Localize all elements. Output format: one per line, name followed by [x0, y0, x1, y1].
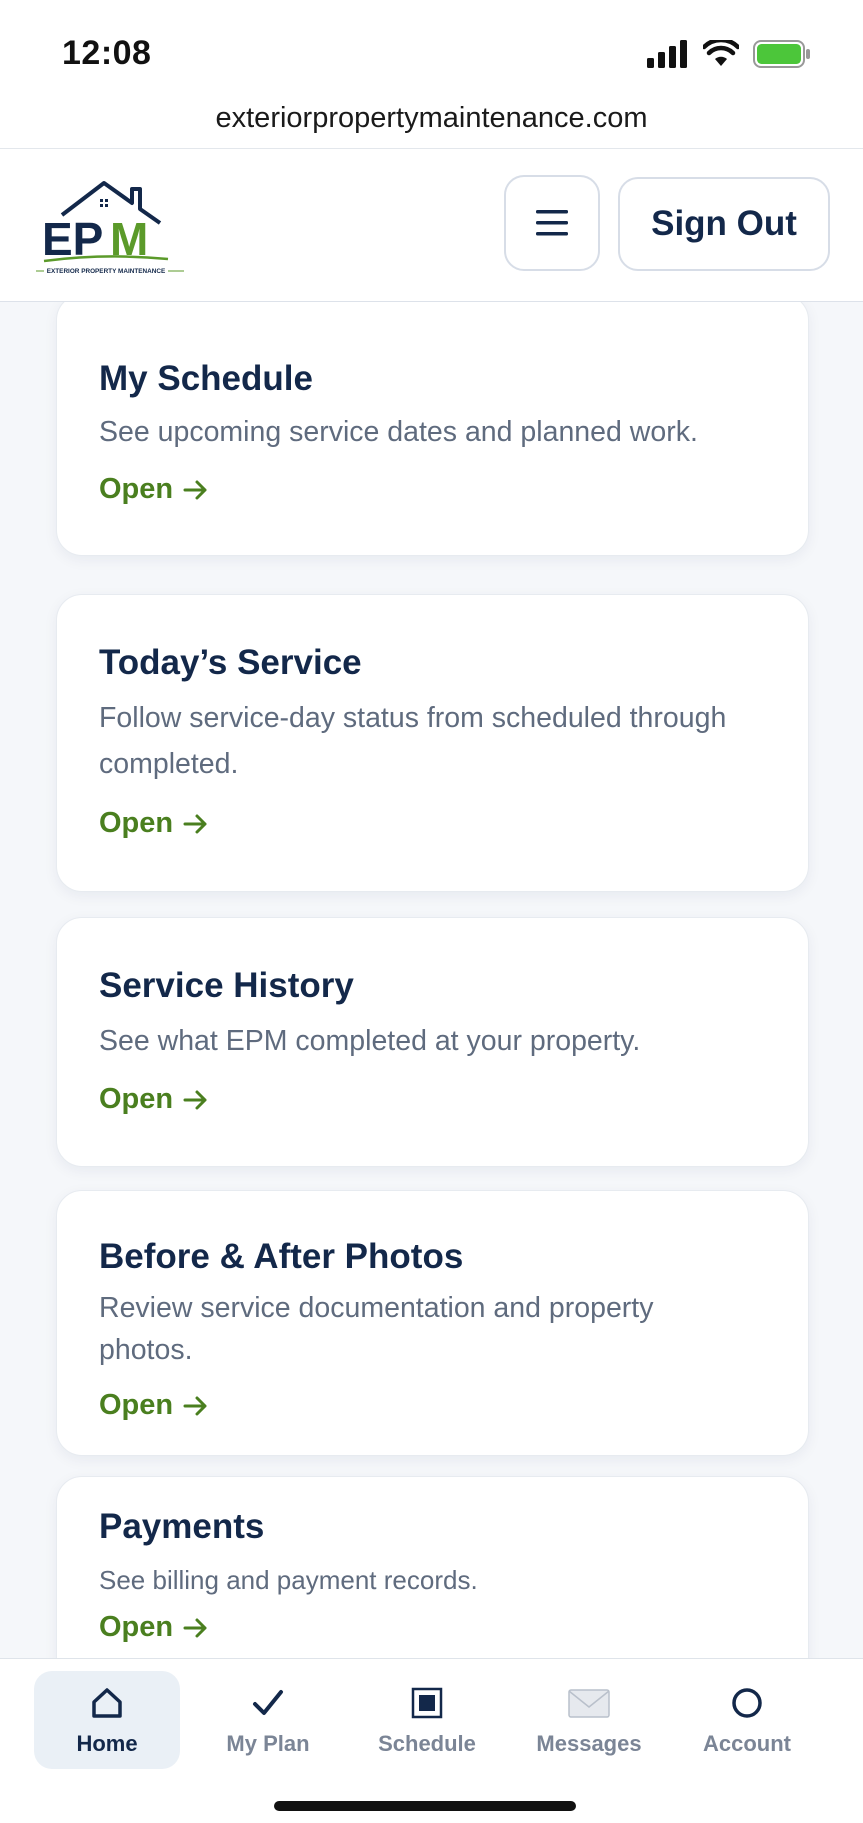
open-link[interactable]: Open: [99, 1611, 209, 1644]
check-icon: [253, 1690, 283, 1715]
card-description: Review service documentation and propert…: [99, 1292, 654, 1366]
open-link[interactable]: Open: [99, 1083, 209, 1116]
menu-button[interactable]: [504, 175, 600, 271]
card-service-history[interactable]: Service History See what EPM completed a…: [56, 917, 809, 1167]
card-title: Before & After Photos: [99, 1237, 464, 1276]
card-title: Service History: [99, 966, 354, 1005]
account-circle-icon: [732, 1688, 762, 1718]
nav-messages[interactable]: Messages: [516, 1671, 662, 1769]
url-text: exteriorpropertymaintenance.com: [215, 102, 648, 134]
url-bar[interactable]: exteriorpropertymaintenance.com: [0, 96, 863, 149]
dashboard-content[interactable]: My Schedule See upcoming service dates a…: [0, 302, 863, 1658]
open-link[interactable]: Open: [99, 473, 209, 506]
card-my-schedule[interactable]: My Schedule See upcoming service dates a…: [56, 302, 809, 556]
envelope-icon: [568, 1689, 610, 1718]
open-link-label: Open: [99, 473, 174, 505]
nav-schedule[interactable]: Schedule: [354, 1671, 500, 1769]
nav-label: Account: [703, 1731, 791, 1756]
card-title: Payments: [99, 1507, 265, 1546]
open-link-label: Open: [99, 1611, 174, 1643]
arrow-right-icon: [183, 1396, 207, 1415]
card-description: See what EPM completed at your property.: [99, 1025, 641, 1057]
clock: 12:08: [62, 34, 152, 72]
home-indicator[interactable]: [274, 1801, 576, 1811]
nav-label: Schedule: [378, 1731, 476, 1756]
nav-label: My Plan: [226, 1731, 310, 1756]
open-link-label: Open: [99, 807, 174, 839]
card-before-after-photos[interactable]: Before & After Photos Review service doc…: [56, 1190, 809, 1456]
system-icons: [647, 38, 811, 70]
open-link[interactable]: Open: [99, 807, 209, 840]
home-icon: [92, 1688, 122, 1718]
sign-out-button[interactable]: Sign Out: [618, 177, 830, 271]
card-title: Today’s Service: [99, 643, 362, 682]
arrow-right-icon: [183, 1090, 207, 1109]
wifi-icon: [703, 40, 739, 66]
card-title: My Schedule: [99, 359, 313, 398]
arrow-right-icon: [183, 480, 207, 499]
arrow-right-icon: [183, 814, 207, 833]
nav-label: Messages: [536, 1731, 642, 1756]
battery-icon: [753, 40, 810, 68]
app-header: EP M EXTERIOR PROPERTY MAINTENANCE Sign …: [0, 149, 863, 302]
status-bar: 12:08: [0, 0, 863, 96]
nav-home[interactable]: Home: [34, 1671, 180, 1769]
card-description: See billing and payment records.: [99, 1565, 478, 1595]
card-payments[interactable]: Payments See billing and payment records…: [56, 1476, 809, 1658]
nav-label: Home: [76, 1731, 138, 1756]
bottom-nav: Home My Plan Schedule Messages Account: [0, 1658, 863, 1823]
hamburger-icon: [536, 210, 568, 236]
open-link[interactable]: Open: [99, 1389, 209, 1422]
card-description: See upcoming service dates and planned w…: [99, 416, 698, 448]
epm-logo[interactable]: EP M EXTERIOR PROPERTY MAINTENANCE: [36, 175, 186, 275]
nav-account[interactable]: Account: [674, 1671, 820, 1769]
card-description: Follow service-day status from scheduled…: [99, 702, 727, 780]
open-link-label: Open: [99, 1389, 174, 1421]
nav-my-plan[interactable]: My Plan: [195, 1671, 341, 1769]
signal-icon: [647, 40, 687, 68]
arrow-right-icon: [183, 1618, 207, 1637]
card-todays-service[interactable]: Today’s Service Follow service-day statu…: [56, 594, 809, 892]
open-link-label: Open: [99, 1083, 174, 1115]
schedule-square-icon: [411, 1687, 443, 1719]
logo-tagline: EXTERIOR PROPERTY MAINTENANCE: [47, 268, 166, 275]
